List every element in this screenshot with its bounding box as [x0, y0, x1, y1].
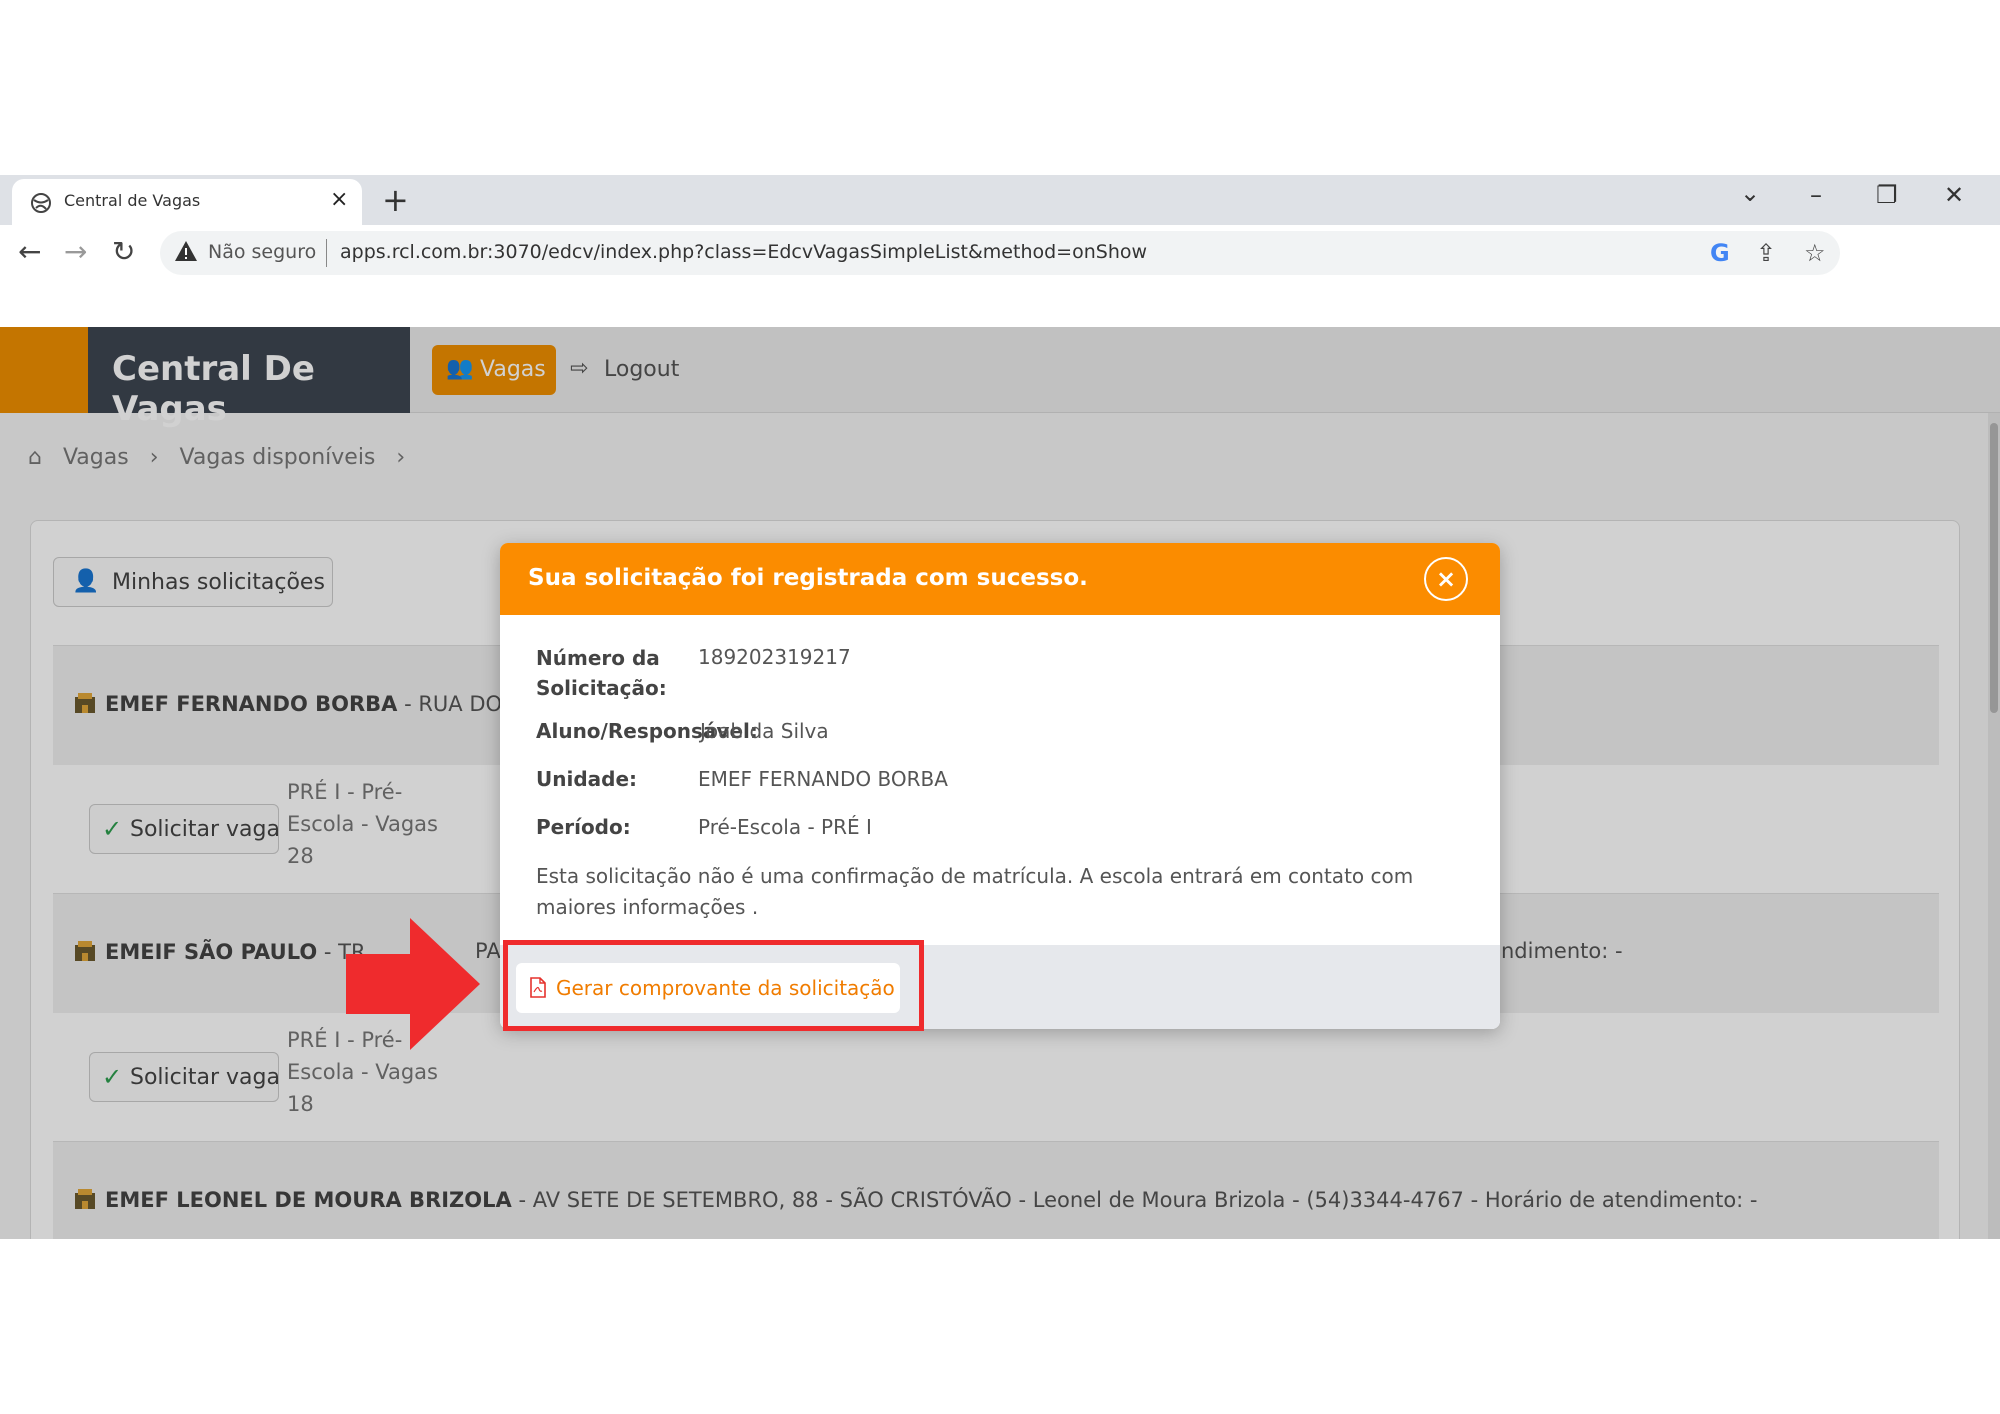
- minimize-icon[interactable]: –: [1810, 181, 1822, 209]
- tab-title: Central de Vagas: [64, 191, 201, 210]
- field-label-periodo: Período:: [536, 815, 631, 839]
- modal-header: Sua solicitação foi registrada com suces…: [500, 543, 1500, 615]
- browser-tabstrip: Central de Vagas × + ⌄ – ❐ ✕: [0, 175, 2000, 225]
- browser-tab[interactable]: Central de Vagas ×: [12, 179, 362, 225]
- highlight-box: [503, 940, 924, 1031]
- forward-icon[interactable]: →: [64, 235, 87, 268]
- star-icon[interactable]: ☆: [1804, 239, 1826, 267]
- globe-icon: [31, 193, 51, 213]
- modal-close-icon[interactable]: ×: [1424, 557, 1468, 601]
- modal-note: Esta solicitação não é uma confirmação d…: [536, 864, 1414, 919]
- url-text[interactable]: apps.rcl.com.br:3070/edcv/index.php?clas…: [340, 241, 1147, 263]
- new-tab-icon[interactable]: +: [382, 181, 409, 219]
- share-icon[interactable]: ⇪: [1756, 239, 1776, 267]
- close-icon[interactable]: ✕: [1944, 181, 1964, 209]
- address-bar: ← → ↻ Não seguro apps.rcl.com.br:3070/ed…: [0, 225, 2000, 281]
- field-value-aluno: Joab da Silva: [700, 719, 829, 743]
- not-secure-label[interactable]: Não seguro: [208, 241, 316, 263]
- chevron-down-icon[interactable]: ⌄: [1740, 179, 1760, 207]
- reload-icon[interactable]: ↻: [112, 235, 135, 268]
- back-icon[interactable]: ←: [18, 235, 41, 268]
- url-separator: [326, 239, 327, 267]
- field-label-numero: Número da Solicitação:: [536, 646, 667, 700]
- modal-title: Sua solicitação foi registrada com suces…: [528, 565, 1088, 591]
- restore-icon[interactable]: ❐: [1876, 181, 1898, 209]
- field-value-periodo: Pré-Escola - PRÉ I: [698, 815, 872, 839]
- google-icon[interactable]: G: [1710, 239, 1730, 267]
- warning-icon: [175, 241, 197, 261]
- field-label-unidade: Unidade:: [536, 767, 638, 791]
- field-value-unidade: EMEF FERNANDO BORBA: [698, 767, 948, 791]
- tab-close-icon[interactable]: ×: [330, 187, 348, 212]
- arrow-right-icon: [346, 918, 480, 1050]
- url-field[interactable]: Não seguro apps.rcl.com.br:3070/edcv/ind…: [160, 231, 1840, 275]
- field-value-numero: 189202319217: [698, 645, 851, 669]
